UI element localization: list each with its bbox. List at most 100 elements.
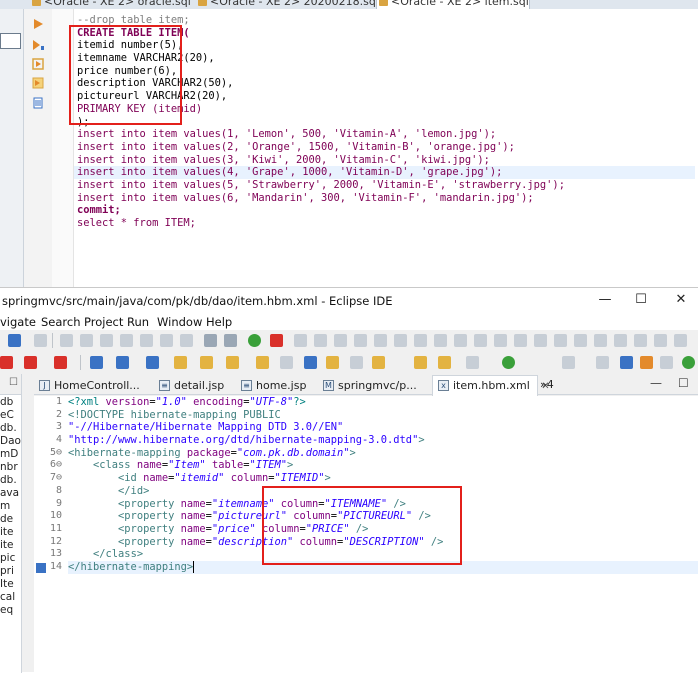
package-explorer-item[interactable]: mD [0, 448, 18, 461]
menu-help[interactable]: Help [206, 315, 232, 329]
debug-perspective-icon[interactable] [682, 356, 695, 369]
use-step-filters-icon[interactable] [224, 334, 237, 347]
new-java-project-icon[interactable] [116, 356, 129, 369]
step-over-icon[interactable] [160, 334, 173, 347]
java-ee-perspective-icon[interactable] [620, 356, 633, 369]
terminate-icon[interactable] [100, 334, 113, 347]
format-icon[interactable] [294, 334, 307, 347]
terminate-launch-icon[interactable] [24, 356, 37, 369]
suspend-icon[interactable] [60, 334, 73, 347]
quick-access-search-icon[interactable] [562, 356, 575, 369]
skip-breakpoints-icon[interactable] [54, 356, 67, 369]
package-explorer-item[interactable]: de [0, 513, 13, 526]
tab-oracle-sql[interactable]: <Oracle - XE 2> oracle.sql [30, 0, 191, 9]
database-perspective-icon[interactable] [660, 356, 673, 369]
explain-plan-icon[interactable] [32, 77, 44, 89]
stop-icon[interactable] [0, 356, 13, 369]
package-explorer-item[interactable]: Dao [0, 435, 21, 448]
tab-homecontroller[interactable]: J HomeControll... [34, 376, 154, 395]
package-explorer-item[interactable]: pri [0, 565, 14, 578]
java-perspective-icon[interactable] [640, 356, 653, 369]
open-perspective-button-icon[interactable] [596, 356, 609, 369]
tab-20200218-sql[interactable]: <Oracle - XE 2> 20200218.sql [196, 0, 379, 9]
back-icon[interactable] [414, 356, 427, 369]
xml-grammar-icon[interactable] [674, 334, 687, 347]
disconnect-icon[interactable] [120, 334, 133, 347]
open-type-icon[interactable] [174, 356, 187, 369]
tab-home-jsp[interactable]: ≡ home.jsp [236, 376, 318, 395]
package-explorer-item[interactable]: m [0, 500, 10, 513]
package-explorer-item[interactable]: db. [0, 474, 17, 487]
xml-pi-icon[interactable] [614, 334, 627, 347]
execute-statement-icon[interactable] [32, 18, 44, 30]
new-java-class-icon[interactable] [146, 356, 159, 369]
execute-script-icon[interactable] [32, 39, 44, 51]
package-explorer-item[interactable]: eC [0, 409, 14, 422]
package-explorer-item[interactable]: db [0, 396, 13, 409]
step-return-icon[interactable] [180, 334, 193, 347]
tab-springmvc-pom[interactable]: M springmvc/p... [318, 376, 430, 395]
close-button[interactable]: ✕ [664, 288, 698, 312]
xml-comment-icon[interactable] [574, 334, 587, 347]
menu-search[interactable]: Search [41, 315, 81, 329]
forward-icon[interactable] [466, 356, 479, 369]
package-explorer-item[interactable]: Ite [0, 578, 14, 591]
drop-to-frame-icon[interactable] [204, 334, 217, 347]
open-task-icon[interactable] [200, 356, 213, 369]
xml-text-icon[interactable] [554, 334, 567, 347]
left-panel-input[interactable] [0, 33, 21, 49]
package-explorer-item[interactable]: cal [0, 591, 15, 604]
xml-element-icon[interactable] [514, 334, 527, 347]
open-perspective-icon[interactable] [256, 356, 269, 369]
package-explorer-item[interactable]: nbr [0, 461, 18, 474]
next-edit-icon[interactable] [350, 356, 363, 369]
toggle-breakpoint-icon[interactable] [34, 334, 47, 347]
stop-server-icon[interactable] [270, 334, 283, 347]
package-explorer-item[interactable]: eq [0, 604, 13, 617]
menu-window[interactable]: Window [157, 315, 202, 329]
minimize-editor-icon[interactable]: — [650, 376, 662, 390]
search-icon[interactable] [226, 356, 239, 369]
resume-icon[interactable] [80, 334, 93, 347]
minimize-button[interactable]: — [588, 288, 622, 312]
back-dropdown-icon[interactable] [438, 356, 451, 369]
package-explorer-item[interactable]: ite [0, 539, 14, 552]
last-edit-icon[interactable] [494, 334, 507, 347]
shift-right-icon[interactable] [354, 334, 367, 347]
annotation-icon[interactable] [280, 356, 293, 369]
block-selection-icon[interactable] [414, 334, 427, 347]
package-explorer-item[interactable]: ava [0, 487, 19, 500]
word-wrap-icon[interactable] [394, 334, 407, 347]
show-whitespace-icon[interactable] [434, 334, 447, 347]
execute-in-new-tab-icon[interactable] [32, 58, 44, 70]
sql-history-icon[interactable] [32, 97, 44, 109]
previous-edit-icon[interactable] [372, 356, 385, 369]
previous-annotation-icon[interactable] [474, 334, 487, 347]
tab-item-sql[interactable]: <Oracle - XE 2> item.sql [376, 0, 530, 9]
package-explorer-item[interactable]: db. [0, 422, 17, 435]
next-annotation-icon[interactable] [454, 334, 467, 347]
toggle-mark-occurrences-icon[interactable] [374, 334, 387, 347]
xml-cdata-icon[interactable] [594, 334, 607, 347]
toggle-comment-icon[interactable] [314, 334, 327, 347]
package-explorer-item[interactable]: pic [0, 552, 15, 565]
debug-icon[interactable] [8, 334, 21, 347]
maximize-button[interactable]: ☐ [624, 288, 658, 312]
menu-navigate[interactable]: vigate [0, 315, 36, 329]
pin-icon[interactable] [326, 356, 339, 369]
xml-entity-icon[interactable] [634, 334, 647, 347]
new-wizard-icon[interactable] [90, 356, 103, 369]
run-on-server-icon[interactable] [248, 334, 261, 347]
maximize-editor-icon[interactable]: ☐ [678, 376, 689, 390]
xml-namespace-icon[interactable] [654, 334, 667, 347]
package-explorer-item[interactable]: ite [0, 526, 14, 539]
shift-left-icon[interactable] [334, 334, 347, 347]
xml-attribute-icon[interactable] [534, 334, 547, 347]
menu-project[interactable]: Project [84, 315, 123, 329]
open-console-icon[interactable] [502, 356, 515, 369]
tab-detail-jsp[interactable]: ≡ detail.jsp [154, 376, 236, 395]
menu-run[interactable]: Run [127, 315, 149, 329]
step-into-icon[interactable] [140, 334, 153, 347]
globe-icon[interactable] [304, 356, 317, 369]
tab-item-hbm-xml[interactable]: x item.hbm.xml ✕ [432, 375, 550, 396]
